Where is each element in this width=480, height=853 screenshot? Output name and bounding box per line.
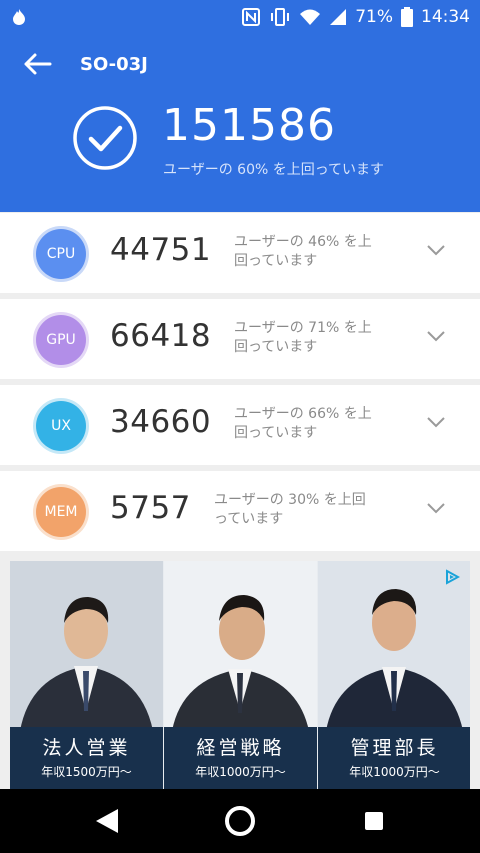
cpu-percentile: ユーザーの 46% を上 回っています — [234, 234, 372, 269]
chevron-down-icon[interactable] — [426, 501, 446, 515]
clock: 14:34 — [421, 7, 470, 27]
score-row-ux[interactable]: UX 34660 ユーザーの 66% を上 回っています — [0, 385, 480, 465]
score-row-gpu[interactable]: GPU 66418 ユーザーの 71% を上 回っています — [0, 299, 480, 379]
chevron-down-icon[interactable] — [426, 243, 446, 257]
ad-banner[interactable]: 法人営業 年収1500万円〜 経営戦略 年収1000万円〜 管理部長 年収100… — [10, 561, 470, 789]
adchoices-icon[interactable] — [444, 569, 460, 585]
battery-percent: 71% — [355, 7, 393, 27]
wifi-icon — [300, 9, 321, 25]
businessman-photo — [10, 561, 163, 731]
chevron-down-icon[interactable] — [426, 415, 446, 429]
gpu-percentile: ユーザーの 71% を上 回っています — [234, 320, 372, 355]
total-score-subtitle: ユーザーの 60% を上回っています — [163, 162, 385, 178]
status-bar: 71% 14:34 — [0, 0, 480, 34]
nav-home-icon[interactable] — [225, 806, 255, 836]
ux-percentile: ユーザーの 66% を上 回っています — [234, 406, 372, 441]
chevron-down-icon[interactable] — [426, 329, 446, 343]
businessman-photo — [164, 561, 317, 731]
gpu-score: 66418 — [110, 318, 212, 354]
businessman-photo — [318, 561, 470, 731]
mem-badge: MEM — [36, 487, 86, 537]
ad-caption: 経営戦略 年収1000万円〜 — [164, 727, 317, 789]
flame-icon — [13, 9, 25, 25]
mem-score: 5757 — [110, 490, 191, 526]
vibrate-icon — [271, 8, 290, 26]
nfc-icon — [242, 8, 261, 26]
ad-panel-sales[interactable]: 法人営業 年収1500万円〜 — [10, 561, 163, 789]
score-row-cpu[interactable]: CPU 44751 ユーザーの 46% を上 回っています — [0, 213, 480, 293]
ad-caption: 法人営業 年収1500万円〜 — [10, 727, 163, 789]
score-header: SO-03J 151586 ユーザーの 60% を上回っています — [0, 34, 480, 212]
ux-badge: UX — [36, 401, 86, 451]
ad-caption: 管理部長 年収1000万円〜 — [318, 727, 470, 789]
cpu-badge: CPU — [36, 229, 86, 279]
signal-icon — [330, 9, 347, 25]
nav-back-icon[interactable] — [94, 807, 120, 835]
ux-score: 34660 — [110, 404, 212, 440]
back-arrow-icon[interactable] — [22, 52, 52, 76]
nav-recents-icon[interactable] — [365, 812, 383, 830]
total-score: 151586 — [162, 100, 336, 151]
ad-panel-manager[interactable]: 管理部長 年収1000万円〜 — [318, 561, 470, 789]
gpu-badge: GPU — [36, 315, 86, 365]
battery-icon — [401, 7, 413, 27]
check-circle-icon — [73, 106, 137, 170]
navigation-bar — [0, 789, 480, 853]
ad-panel-strategy[interactable]: 経営戦略 年収1000万円〜 — [164, 561, 317, 789]
score-row-mem[interactable]: MEM 5757 ユーザーの 30% を上回 っています — [0, 471, 480, 551]
mem-percentile: ユーザーの 30% を上回 っています — [214, 492, 366, 527]
device-model-title: SO-03J — [80, 54, 148, 75]
cpu-score: 44751 — [110, 232, 212, 268]
